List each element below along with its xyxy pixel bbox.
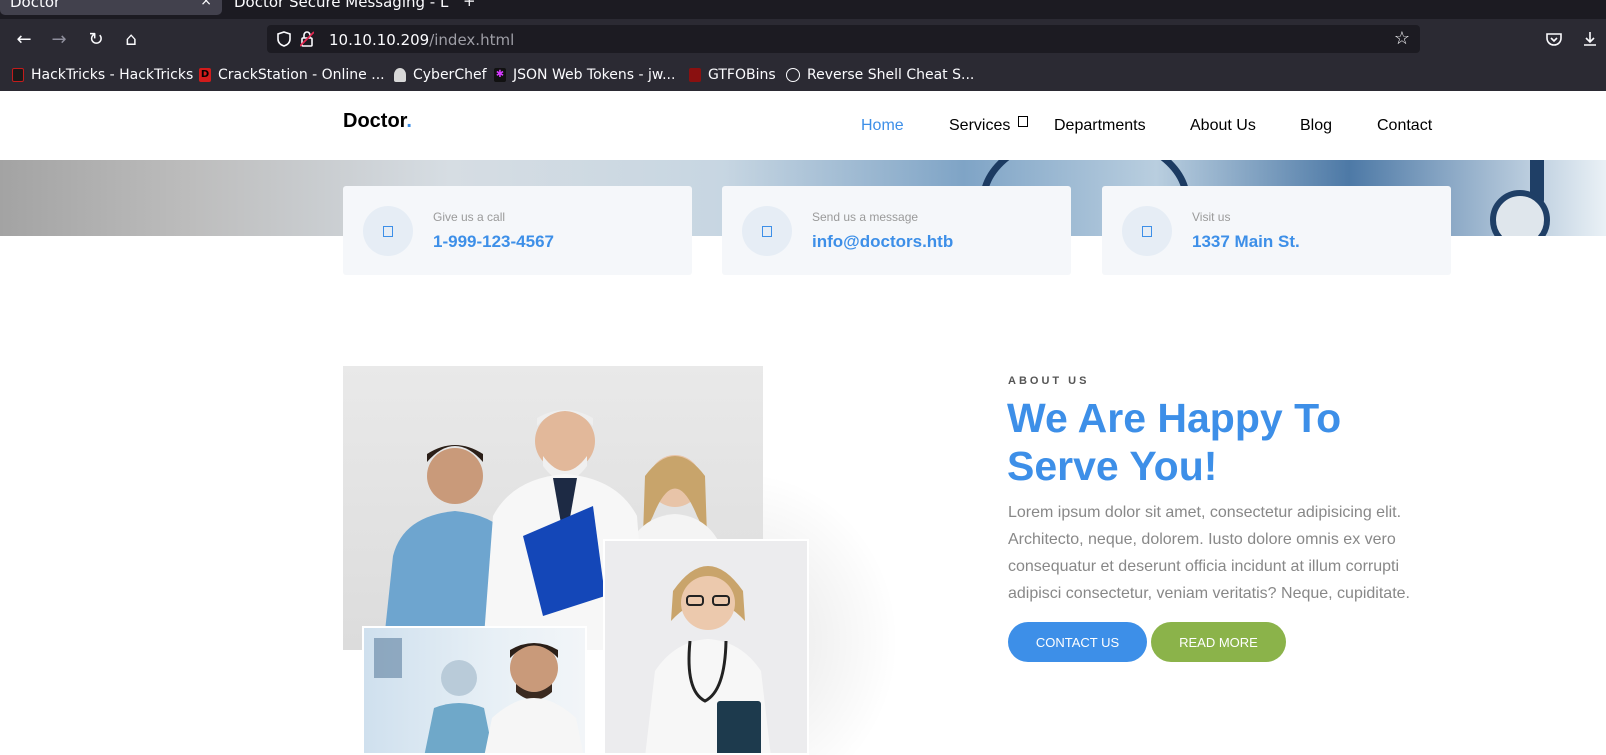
site-header: Doctor. Home Services Departments About … xyxy=(0,91,1606,160)
new-tab-button[interactable]: + xyxy=(463,0,477,9)
bookmark-reverse-shell[interactable]: Reverse Shell Cheat S... xyxy=(786,65,974,85)
bookmark-label: JSON Web Tokens - jw... xyxy=(513,67,676,83)
about-title: We Are Happy To Serve You! xyxy=(1007,395,1342,489)
about-paragraph: Lorem ipsum dolor sit amet, consectetur … xyxy=(1008,504,1410,602)
female-doctor-photo xyxy=(603,539,809,755)
tab-title: Doctor xyxy=(10,0,61,11)
site-logo[interactable]: Doctor. xyxy=(343,110,412,133)
nav-contact[interactable]: Contact xyxy=(1377,117,1432,135)
card-label: Give us a call xyxy=(433,210,506,224)
globe-icon xyxy=(786,68,800,82)
navigation-toolbar: ← → ↻ ⌂ 10.10.10.209/index.html ☆ xyxy=(0,19,1606,59)
card-label: Send us a message xyxy=(812,210,919,224)
tab-bar: Doctor × Doctor Secure Messaging - L + xyxy=(0,0,1606,19)
tab-doctor[interactable]: Doctor × xyxy=(0,0,222,15)
forward-arrow-icon[interactable]: → xyxy=(43,19,75,59)
contact-us-button[interactable]: CONTACT US xyxy=(1008,622,1147,662)
phone-number-link[interactable]: 1-999-123-4567 xyxy=(433,232,554,252)
email-link[interactable]: info@doctors.htb xyxy=(812,232,953,252)
logo-text: Doctor xyxy=(343,110,407,132)
dropdown-caret-icon[interactable] xyxy=(1018,116,1028,127)
phone-icon xyxy=(363,206,413,256)
nav-departments[interactable]: Departments xyxy=(1054,117,1146,135)
url-text[interactable]: 10.10.10.209/index.html xyxy=(329,31,514,49)
bookmark-hacktricks[interactable]: HackTricks - HackTricks xyxy=(12,65,193,85)
bookmark-label: HackTricks - HackTricks xyxy=(31,67,194,83)
tab-secure-messaging[interactable]: Doctor Secure Messaging - L xyxy=(234,0,454,15)
bookmark-cyberchef[interactable]: CyberChef xyxy=(394,65,487,85)
back-arrow-icon[interactable]: ← xyxy=(8,19,40,59)
gtfobins-favicon-icon xyxy=(689,68,701,82)
read-more-button[interactable]: READ MORE xyxy=(1151,622,1286,662)
jwt-favicon-icon: ✱ xyxy=(494,68,506,82)
url-bar[interactable]: 10.10.10.209/index.html ☆ xyxy=(267,25,1420,53)
cyberchef-favicon-icon xyxy=(394,68,406,82)
bookmark-label: CyberChef xyxy=(413,67,487,83)
close-tab-icon[interactable]: × xyxy=(200,0,212,8)
contact-card-email: Send us a message info@doctors.htb xyxy=(722,186,1071,275)
reload-icon[interactable]: ↻ xyxy=(80,19,112,59)
nav-about-us[interactable]: About Us xyxy=(1190,117,1256,135)
doctor-xray-photo xyxy=(362,626,587,755)
logo-dot: . xyxy=(406,110,412,132)
crackstation-favicon-icon: D xyxy=(199,68,211,82)
home-icon[interactable]: ⌂ xyxy=(115,19,147,59)
downloads-icon[interactable] xyxy=(1574,19,1606,59)
bookmark-crackstation[interactable]: D CrackStation - Online ... xyxy=(199,65,385,85)
bookmark-gtfobins[interactable]: GTFOBins xyxy=(689,65,776,85)
about-kicker: ABOUT US xyxy=(1008,375,1090,387)
nav-services[interactable]: Services xyxy=(949,117,1010,135)
bookmark-label: Reverse Shell Cheat S... xyxy=(807,67,975,83)
shield-icon[interactable] xyxy=(277,25,291,53)
bookmarks-toolbar: HackTricks - HackTricks D CrackStation -… xyxy=(0,59,1606,91)
nav-home[interactable]: Home xyxy=(861,117,904,135)
bookmark-label: CrackStation - Online ... xyxy=(218,67,385,83)
bookmark-jwt[interactable]: ✱ JSON Web Tokens - jw... xyxy=(494,65,675,85)
contact-card-address: Visit us 1337 Main St. xyxy=(1102,186,1451,275)
map-marker-icon xyxy=(1122,206,1172,256)
bookmark-label: GTFOBins xyxy=(708,67,776,83)
nav-blog[interactable]: Blog xyxy=(1300,117,1332,135)
pocket-icon[interactable] xyxy=(1538,19,1570,59)
bookmark-star-icon[interactable]: ☆ xyxy=(1394,28,1410,49)
tab-title: Doctor Secure Messaging - L xyxy=(234,0,449,11)
contact-card-phone: Give us a call 1-999-123-4567 xyxy=(343,186,692,275)
envelope-icon xyxy=(742,206,792,256)
address-text: 1337 Main St. xyxy=(1192,232,1300,251)
insecure-lock-icon[interactable] xyxy=(300,25,314,53)
card-label: Visit us xyxy=(1192,210,1231,224)
hacktricks-favicon-icon xyxy=(12,68,24,82)
url-host: 10.10.10.209 xyxy=(329,31,430,49)
url-path: /index.html xyxy=(429,31,515,49)
